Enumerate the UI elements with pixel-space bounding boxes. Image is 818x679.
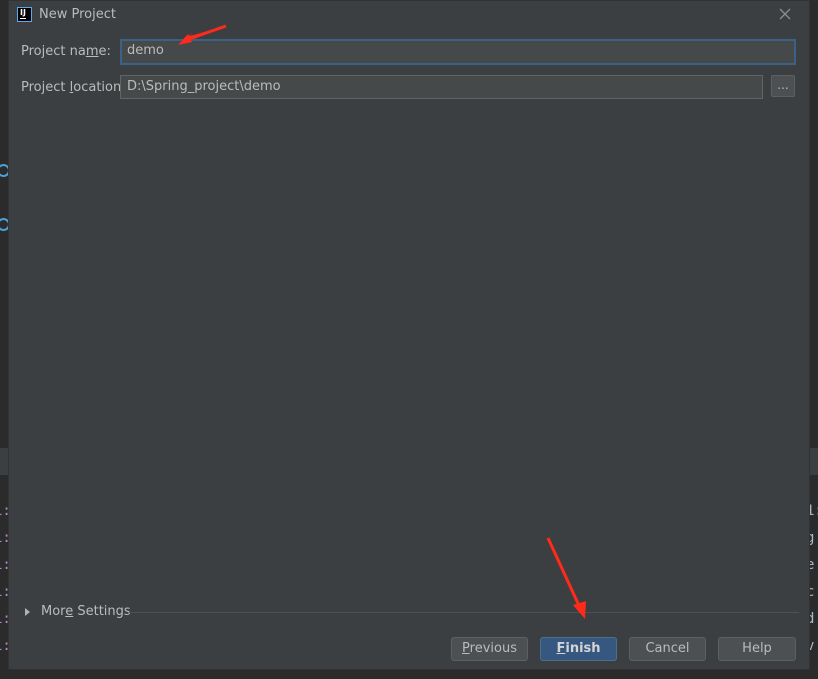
dialog-titlebar: IJ New Project xyxy=(9,1,809,31)
more-settings-label: More Settings xyxy=(41,604,131,619)
previous-button[interactable]: Previous xyxy=(451,637,528,661)
project-location-input[interactable]: D:\Spring_project\demo xyxy=(120,75,763,99)
cancel-button[interactable]: Cancel xyxy=(629,637,706,661)
project-name-row: Project name: demo xyxy=(21,39,801,65)
help-button[interactable]: Help xyxy=(718,637,796,661)
expand-arrow-icon xyxy=(25,608,30,616)
close-icon[interactable] xyxy=(777,6,793,22)
divider xyxy=(129,612,799,613)
project-name-input[interactable]: demo xyxy=(120,39,796,65)
finish-button[interactable]: Finish xyxy=(540,637,617,661)
project-location-row: Project location: D:\Spring_project\demo… xyxy=(21,75,801,101)
project-name-label: Project name: xyxy=(21,44,111,59)
new-project-dialog: IJ New Project Project name: demo Projec… xyxy=(8,0,810,670)
browse-button[interactable]: ... xyxy=(771,75,795,97)
dialog-title: New Project xyxy=(39,7,116,22)
intellij-icon: IJ xyxy=(17,7,32,22)
project-location-label: Project location: xyxy=(21,80,126,95)
